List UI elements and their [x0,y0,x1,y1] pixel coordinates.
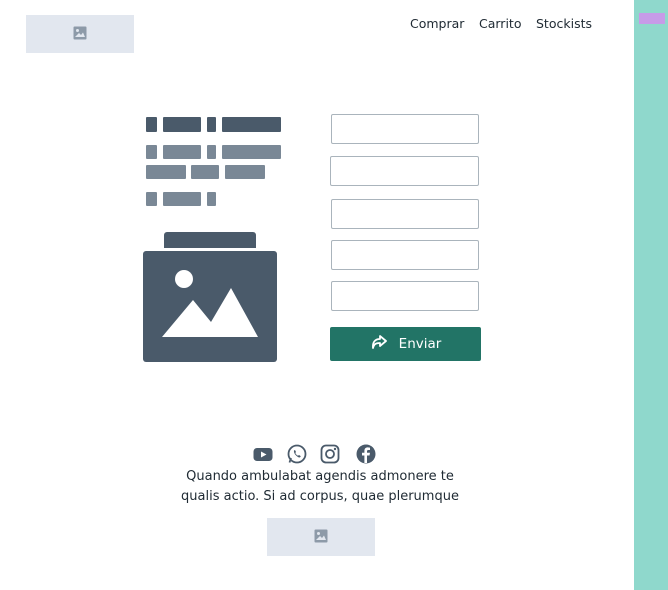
skeleton-text-bar [163,145,201,159]
skeleton-text-bar [222,145,281,159]
footer-text-line: qualis actio. Si ad corpus, quae plerumq… [181,489,459,504]
footer-text-line: Quando ambulabat agendis admonere te [186,469,454,484]
form-field-4[interactable] [331,240,479,270]
nav-link-carrito[interactable]: Carrito [479,16,521,31]
skeleton-heading-bar [163,117,201,132]
skeleton-text-bar [207,192,216,206]
skeleton-text-bar [225,165,265,179]
image-tab [164,232,256,248]
form-field-5[interactable] [331,281,479,311]
whatsapp-icon[interactable] [286,443,308,465]
youtube-icon[interactable] [252,443,274,465]
instagram-icon[interactable] [319,443,341,465]
image-icon [73,25,87,44]
skeleton-heading-bar [222,117,281,132]
nav-link-comprar[interactable]: Comprar [410,16,464,31]
submit-button[interactable]: Enviar [330,327,481,361]
footer-text: Quando ambulabat agendis admonere te qua… [150,467,490,507]
facebook-icon[interactable] [355,443,377,465]
skeleton-text-bar [191,165,219,179]
skeleton-heading-bar [146,117,157,132]
submit-button-label: Enviar [398,336,442,352]
skeleton-text-bar [146,145,157,159]
skeleton-text-bar [163,192,201,206]
footer-image[interactable] [267,518,375,556]
header-logo-image[interactable] [26,15,134,53]
skeleton-text-bar [146,165,186,179]
side-panel-badge[interactable] [639,13,665,24]
nav-link-stockists[interactable]: Stockists [536,16,592,31]
image-icon [314,528,328,547]
skeleton-heading-bar [207,117,216,132]
form-field-3[interactable] [331,199,479,229]
side-panel-strip [634,0,668,590]
form-field-2[interactable] [330,156,479,186]
skeleton-text-bar [207,145,216,159]
form-field-1[interactable] [331,114,479,144]
share-arrow-icon [370,334,387,354]
image-icon [143,251,277,362]
skeleton-text-bar [146,192,157,206]
product-image-placeholder [143,232,277,362]
